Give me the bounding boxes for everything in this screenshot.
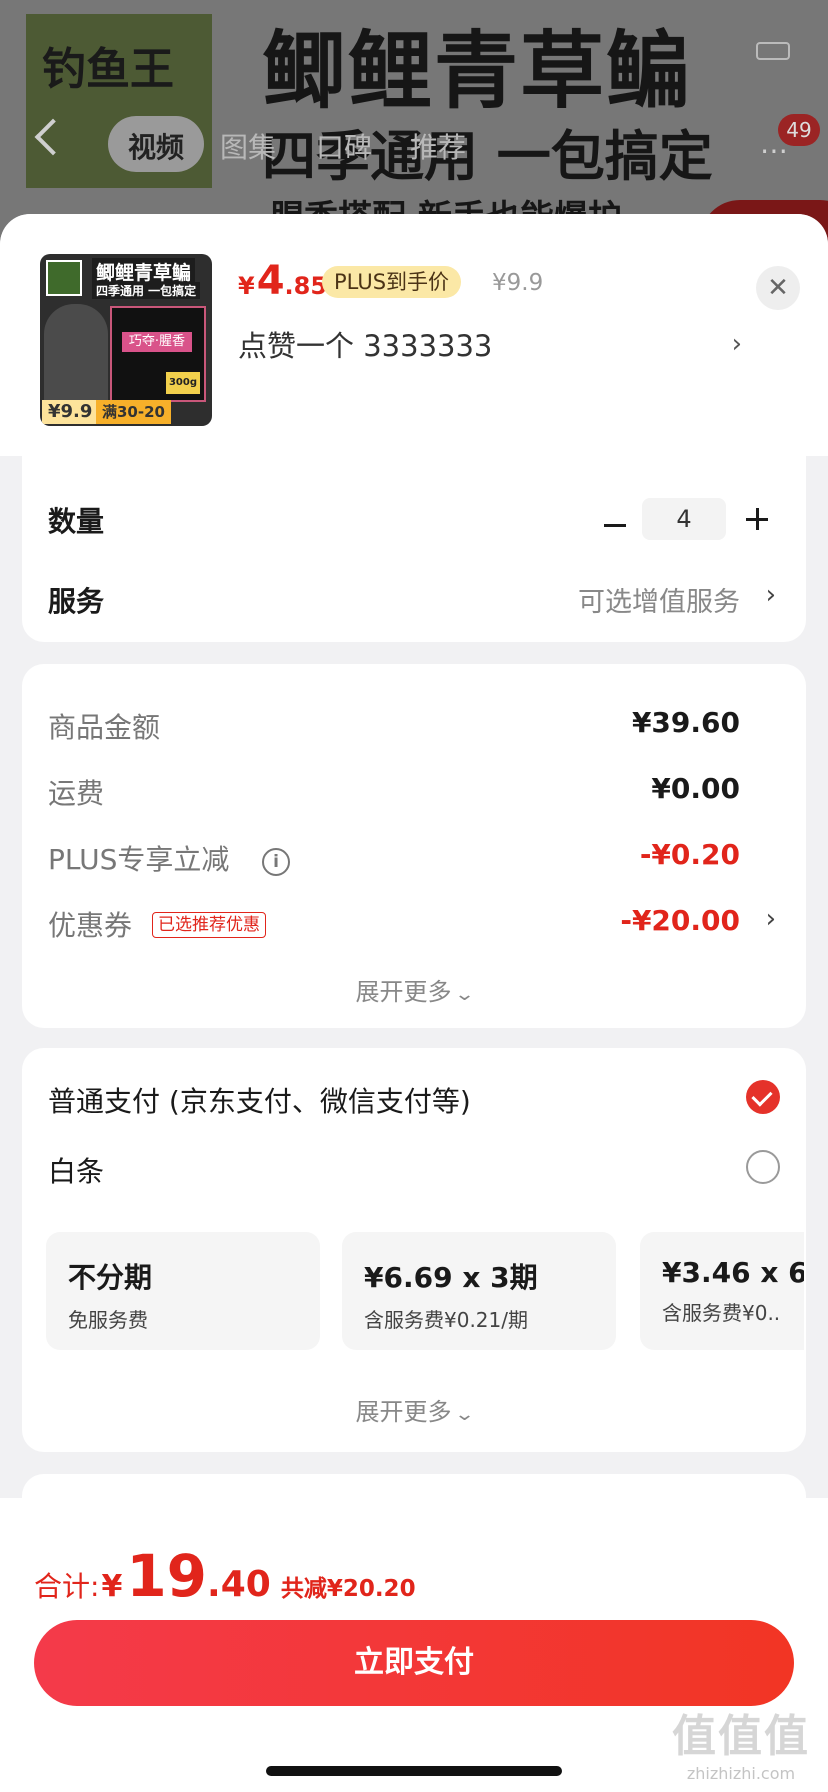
radio-unselected-icon[interactable] bbox=[746, 1150, 780, 1184]
plan-subtitle: 含服务费¥0.21/期 bbox=[364, 1308, 528, 1332]
watermark-text: 值值值 bbox=[672, 1711, 810, 1762]
thumb-price-badge: ¥9.9 bbox=[42, 400, 99, 424]
tab-recommend[interactable]: 推荐 bbox=[410, 126, 466, 166]
close-button[interactable]: ✕ bbox=[756, 266, 800, 310]
service-label: 服务 bbox=[48, 585, 105, 618]
thumb-bag-image: 巧夺·腥香 300g bbox=[110, 306, 206, 402]
service-value[interactable]: 可选增值服务 bbox=[578, 580, 740, 619]
price-currency: ¥ bbox=[238, 272, 255, 300]
thumb-subtitle: 四季通用 一包搞定 bbox=[92, 282, 201, 299]
fee-breakdown-card: 商品金额 ¥39.60 运费 ¥0.00 PLUS专享立减 i -¥0.20 优… bbox=[22, 664, 806, 1028]
spec-selector[interactable]: 点赞一个 3333333 › bbox=[238, 322, 742, 366]
shipping-value: ¥0.00 bbox=[651, 772, 740, 805]
home-indicator[interactable] bbox=[266, 1766, 562, 1776]
coupon-label: 优惠券 bbox=[48, 909, 133, 942]
total-currency: ¥ bbox=[101, 1569, 123, 1604]
plus-discount-label: PLUS专享立减 bbox=[48, 843, 230, 876]
quantity-label: 数量 bbox=[48, 505, 105, 538]
normal-pay-label[interactable]: 普通支付 (京东支付、微信支付等) bbox=[48, 1080, 471, 1120]
plan-subtitle: 免服务费 bbox=[68, 1308, 148, 1332]
hero-title: 鲫鲤青草鳊 bbox=[262, 22, 693, 120]
checkout-footer: 合计: ¥ 19 .40 共减¥20.20 立即支付 值值值 zhizhizhi… bbox=[0, 1498, 828, 1792]
tab-video[interactable]: 视频 bbox=[128, 126, 184, 166]
cart-count-badge: 49 bbox=[778, 114, 820, 146]
quantity-service-card: 数量 4 服务 可选增值服务 › bbox=[22, 454, 806, 642]
coupon-value[interactable]: -¥20.00 bbox=[620, 904, 740, 937]
plan-title: ¥3.46 x 6 bbox=[662, 1256, 804, 1289]
quantity-input[interactable]: 4 bbox=[642, 498, 726, 540]
chevron-right-icon: › bbox=[731, 329, 742, 359]
plus-price-tag: PLUS到手价 bbox=[322, 266, 462, 298]
chevron-down-icon: ⌄ bbox=[454, 1404, 476, 1425]
price-integer: 4 bbox=[256, 258, 285, 304]
tab-reviews[interactable]: 口碑 bbox=[316, 126, 372, 166]
tab-gallery[interactable]: 图集 bbox=[220, 126, 276, 166]
watermark-url: zhizhizhi.com bbox=[686, 1764, 796, 1783]
installment-plan[interactable]: 不分期 免服务费 bbox=[46, 1232, 320, 1350]
product-price: ¥ 4 .85 bbox=[238, 258, 327, 308]
expand-more-label: 展开更多 bbox=[355, 1398, 452, 1426]
plan-title: 不分期 bbox=[68, 1261, 153, 1294]
product-header: 鲫鲤青草鳊 四季通用 一包搞定 巧夺·腥香 300g ¥9.9 满30-20 ¥… bbox=[0, 214, 828, 456]
baitiao-label[interactable]: 白条 bbox=[48, 1150, 104, 1190]
shipping-label: 运费 bbox=[48, 777, 105, 810]
total-label: 合计: bbox=[34, 1570, 100, 1603]
battery-icon bbox=[756, 42, 790, 60]
coupon-recommended-tag: 已选推荐优惠 bbox=[152, 912, 266, 938]
chevron-down-icon: ⌄ bbox=[454, 984, 476, 1005]
total-integer: 19 bbox=[126, 1542, 208, 1610]
price-decimal: .85 bbox=[284, 272, 328, 300]
installment-plan[interactable]: ¥3.46 x 6 含服务费¥0.. bbox=[640, 1232, 804, 1350]
plan-title: ¥6.69 x 3期 bbox=[364, 1261, 538, 1294]
goods-amount-label: 商品金额 bbox=[48, 711, 161, 744]
goods-amount-value: ¥39.60 bbox=[631, 706, 740, 739]
thumb-person-image bbox=[44, 304, 108, 404]
product-thumbnail[interactable]: 鲫鲤青草鳊 四季通用 一包搞定 巧夺·腥香 300g ¥9.9 满30-20 bbox=[40, 254, 212, 426]
payment-method-card: 普通支付 (京东支付、微信支付等) 白条 不分期 免服务费 ¥6.69 x 3期… bbox=[22, 1048, 806, 1452]
total-decimal: .40 bbox=[207, 1564, 271, 1605]
plan-subtitle: 含服务费¥0.. bbox=[662, 1301, 781, 1325]
fees-expand-more[interactable]: 展开更多 ⌄ bbox=[22, 972, 806, 1007]
quantity-plus-button[interactable] bbox=[738, 500, 778, 540]
installment-plan[interactable]: ¥6.69 x 3期 含服务费¥0.21/期 bbox=[342, 1232, 616, 1350]
quantity-minus-button[interactable] bbox=[596, 506, 636, 546]
pay-now-button[interactable]: 立即支付 bbox=[34, 1620, 794, 1706]
plus-discount-value: -¥0.20 bbox=[639, 838, 740, 871]
installment-plans: 不分期 免服务费 ¥6.69 x 3期 含服务费¥0.21/期 ¥3.46 x … bbox=[46, 1232, 804, 1350]
spec-text: 点赞一个 3333333 bbox=[238, 329, 493, 363]
thumb-deal-badge: 满30-20 bbox=[96, 400, 171, 424]
thumb-title: 鲫鲤青草鳊 bbox=[92, 258, 196, 285]
expand-more-label: 展开更多 bbox=[355, 978, 452, 1006]
total-savings: 共减¥20.20 bbox=[280, 1576, 416, 1602]
thumb-bag-label: 巧夺·腥香 bbox=[122, 332, 192, 352]
chevron-right-icon[interactable]: › bbox=[766, 904, 776, 934]
order-total: 合计: ¥ 19 .40 共减¥20.20 bbox=[34, 1542, 416, 1610]
original-price: ¥9.9 bbox=[492, 270, 544, 296]
thumb-logo bbox=[46, 260, 82, 296]
info-icon[interactable]: i bbox=[262, 848, 290, 876]
plans-expand-more[interactable]: 展开更多 ⌄ bbox=[22, 1392, 806, 1427]
watermark: 值值值 zhizhizhi.com bbox=[672, 1700, 810, 1783]
thumb-bag-weight: 300g bbox=[166, 372, 200, 394]
chevron-right-icon[interactable]: › bbox=[766, 580, 776, 610]
checkmark-selected-icon[interactable] bbox=[746, 1080, 780, 1114]
